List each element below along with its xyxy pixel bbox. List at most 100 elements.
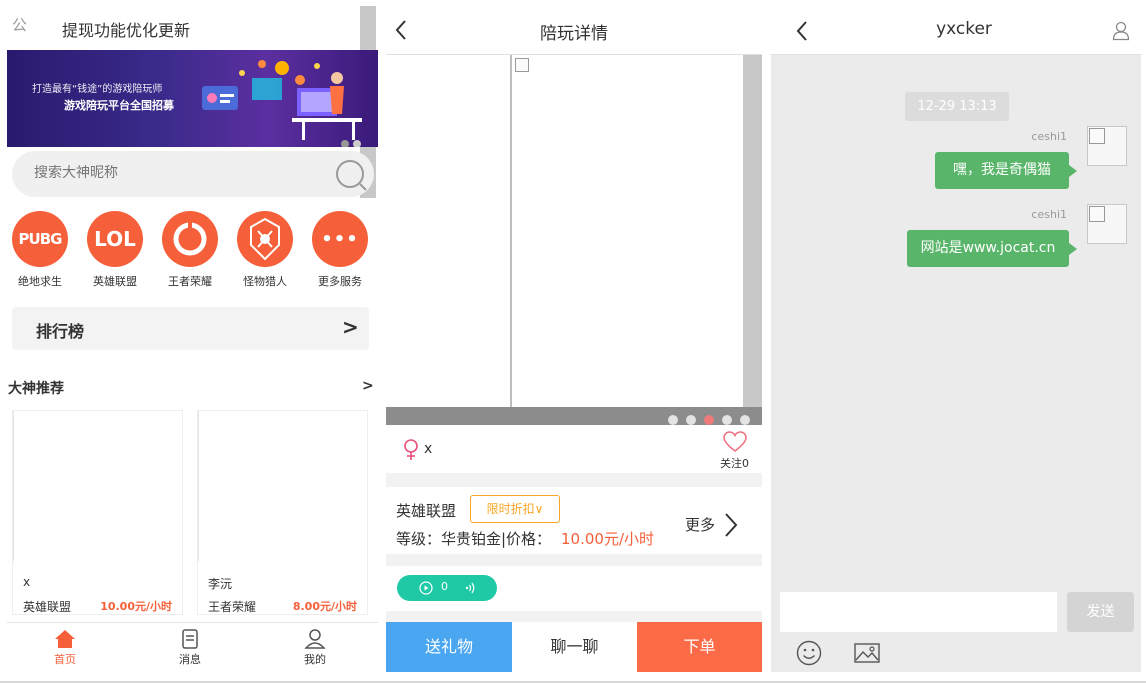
- pubg-icon: PUBG: [12, 211, 68, 267]
- chevron-right-icon: >: [342, 315, 359, 339]
- female-icon: [404, 439, 418, 460]
- game-item-monster-hunter[interactable]: 怪物猎人: [230, 211, 300, 289]
- home-icon: [55, 630, 75, 648]
- banner-slogan: 打造最有“钱途”的游戏陪玩师: [32, 84, 163, 95]
- send-gift-button[interactable]: 送礼物: [386, 622, 512, 672]
- banner-illustration: [202, 60, 362, 140]
- player-name: 李沅: [208, 577, 233, 591]
- follow-count[interactable]: 关注0: [720, 455, 749, 471]
- game-label: 王者荣耀: [168, 275, 212, 288]
- avatar[interactable]: [1087, 204, 1127, 244]
- message-bubble[interactable]: 网站是www.jocat.cn: [907, 230, 1077, 267]
- game-label: 绝地求生: [18, 275, 62, 288]
- chat-input-bar: 发送: [771, 584, 1141, 672]
- search-input[interactable]: [34, 165, 314, 181]
- game-label: 怪物猎人: [243, 275, 287, 288]
- chevron-right-icon[interactable]: [724, 512, 738, 538]
- home-screen: 公告 提现功能优化更新 打造最有“钱途”的游戏陪玩师 游戏陪玩平台全国招募: [7, 6, 378, 672]
- message-input[interactable]: [780, 592, 1057, 632]
- tab-label: 我的: [304, 653, 326, 666]
- notice-bar[interactable]: 公告 提现功能优化更新: [7, 6, 378, 50]
- player-card[interactable]: x 英雄联盟 10.00元/小时: [12, 410, 183, 615]
- image-icon[interactable]: [854, 642, 880, 664]
- banner-dot[interactable]: [353, 140, 361, 147]
- message-bubble[interactable]: 嘿，我是奇偶猫: [935, 152, 1077, 189]
- game-label: 英雄联盟: [93, 275, 137, 288]
- chat-button[interactable]: 聊一聊: [512, 622, 637, 672]
- voice-intro-row: 0: [386, 566, 762, 611]
- banner-indicator[interactable]: [341, 133, 365, 147]
- sound-wave-icon: [465, 582, 475, 594]
- player-price: 10.00元/小时: [100, 600, 172, 613]
- notice-tag: 公告: [12, 16, 28, 34]
- avatar[interactable]: [1087, 126, 1127, 166]
- game-item-lol[interactable]: LOL 英雄联盟: [80, 211, 150, 289]
- banner-dot[interactable]: [341, 140, 349, 147]
- tab-profile[interactable]: 我的: [285, 629, 345, 667]
- player-name: x: [23, 575, 31, 589]
- chat-header: yxcker: [771, 6, 1141, 55]
- notice-text[interactable]: 提现功能优化更新: [62, 17, 190, 41]
- honor-of-kings-icon: [162, 211, 218, 267]
- message-sender: ceshi1: [1031, 130, 1067, 143]
- service-info: 英雄联盟 限时折扣∨ 等级：华贵铂金|价格： 10.00元/小时 更多: [386, 487, 762, 554]
- tab-label: 消息: [179, 653, 201, 666]
- banner-carousel[interactable]: 打造最有“钱途”的游戏陪玩师 游戏陪玩平台全国招募: [7, 50, 378, 147]
- player-price: 8.00元/小时: [292, 600, 357, 613]
- photo-gallery[interactable]: [386, 55, 762, 425]
- level-label: 等级：华贵铂金|价格：: [396, 530, 552, 548]
- monster-hunter-icon: [237, 211, 293, 267]
- more-link[interactable]: 更多: [685, 514, 715, 535]
- lol-icon: LOL: [87, 211, 143, 267]
- gallery-dot[interactable]: [686, 415, 696, 425]
- heart-icon[interactable]: [723, 431, 747, 453]
- play-icon: [419, 581, 433, 595]
- action-bar: 送礼物 聊一聊 下单: [386, 622, 762, 672]
- player-game: 英雄联盟: [23, 600, 72, 614]
- tab-home[interactable]: 首页: [35, 629, 95, 667]
- service-price: 10.00元/小时: [561, 530, 654, 548]
- player-card[interactable]: 李沅 王者荣耀 8.00元/小时: [197, 410, 368, 615]
- player-info: x 关注0: [386, 425, 762, 473]
- message-timestamp: 12-29 13:13: [905, 92, 1009, 121]
- player-photo: [13, 411, 182, 561]
- game-label: 更多服务: [318, 275, 362, 288]
- game-item-pubg[interactable]: PUBG 绝地求生: [7, 211, 75, 289]
- search-box[interactable]: [12, 151, 374, 197]
- user-icon: [304, 629, 326, 649]
- banner-headline: 游戏陪玩平台全国招募: [64, 99, 174, 112]
- gallery-dot[interactable]: [704, 415, 714, 425]
- scrollbar[interactable]: [743, 55, 762, 425]
- search-icon[interactable]: [334, 158, 368, 192]
- tab-bar: 首页 消息 我的: [7, 622, 378, 672]
- tab-label: 首页: [54, 653, 76, 666]
- broken-image-icon: [515, 58, 529, 72]
- user-profile-icon[interactable]: [1112, 21, 1130, 41]
- message-icon: [182, 629, 198, 649]
- game-item-more[interactable]: ••• 更多服务: [305, 211, 375, 289]
- order-button[interactable]: 下单: [637, 622, 762, 672]
- service-game: 英雄联盟: [396, 502, 457, 520]
- gallery-dot[interactable]: [668, 415, 678, 425]
- tab-messages[interactable]: 消息: [160, 629, 220, 667]
- section-title: 大神推荐: [8, 381, 64, 397]
- send-button[interactable]: 发送: [1067, 592, 1134, 632]
- more-icon: •••: [312, 211, 368, 267]
- gallery-dot[interactable]: [740, 415, 750, 425]
- detail-screen: 陪玩详情 x 关注0 英雄联盟 限时折扣∨ 等级：华贵铂金|价格： 10.00元…: [386, 6, 762, 672]
- emoji-icon[interactable]: [796, 640, 822, 666]
- chevron-right-icon[interactable]: >: [362, 378, 374, 394]
- voice-duration: 0: [441, 580, 448, 593]
- game-item-honor-of-kings[interactable]: 王者荣耀: [155, 211, 225, 289]
- ranking-entry[interactable]: 排行榜 >: [12, 307, 369, 350]
- ranking-label: 排行榜: [36, 322, 85, 341]
- chat-screen: yxcker 12-29 13:13 ceshi1 嘿，我是奇偶猫 ceshi1…: [771, 6, 1141, 672]
- page-title: 陪玩详情: [540, 24, 608, 44]
- player-nickname: x: [424, 441, 433, 457]
- voice-button[interactable]: 0: [397, 575, 497, 601]
- player-game: 王者荣耀: [208, 600, 257, 614]
- gallery-dot[interactable]: [722, 415, 732, 425]
- discount-dropdown[interactable]: 限时折扣∨: [470, 495, 560, 523]
- message-sender: ceshi1: [1031, 208, 1067, 221]
- game-category-list: PUBG 绝地求生 LOL 英雄联盟 王者荣耀 怪物猎人 ••• 更多服务: [7, 211, 378, 301]
